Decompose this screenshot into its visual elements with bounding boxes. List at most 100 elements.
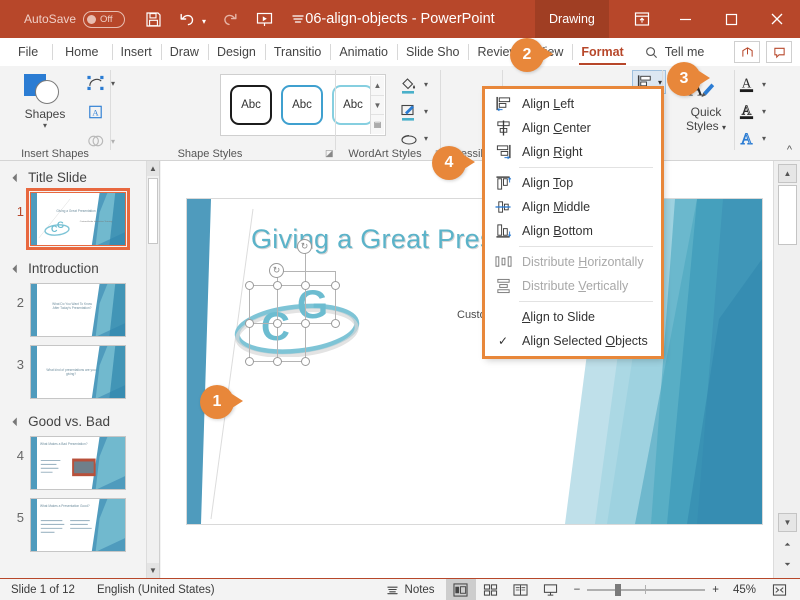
- section-header-introduction[interactable]: ◣ Introduction: [0, 252, 159, 281]
- ribbon-display-options-icon[interactable]: [622, 0, 662, 38]
- zoom-control[interactable]: − + 45%: [566, 584, 764, 596]
- start-presentation-icon[interactable]: [254, 9, 274, 29]
- autosave-switch[interactable]: Off: [83, 11, 125, 28]
- tab-animations[interactable]: Animatio: [330, 38, 397, 66]
- thumbnail-row-4[interactable]: 4 What Makes a Bad Presentation?: [0, 434, 159, 496]
- menu-item-align-to-slide[interactable]: Align to Slide: [485, 305, 661, 329]
- selection-handle[interactable]: [301, 281, 310, 290]
- selection-handle[interactable]: [331, 281, 340, 290]
- menu-item-align-top[interactable]: Align Top: [485, 171, 661, 195]
- undo-icon[interactable]: [177, 9, 197, 29]
- menu-item-align-bottom[interactable]: Align Bottom: [485, 219, 661, 243]
- tab-design[interactable]: Design: [208, 38, 265, 66]
- maximize-button[interactable]: [708, 0, 754, 38]
- scroll-down-icon[interactable]: ▼: [778, 513, 797, 532]
- view-slide-sorter-button[interactable]: [476, 579, 506, 600]
- slide-area-scrollbar[interactable]: ▲ ▼ ⏶ ⏷: [773, 161, 800, 578]
- text-effects-icon[interactable]: A: [733, 127, 759, 151]
- text-outline-icon[interactable]: A: [733, 100, 759, 124]
- zoom-slider[interactable]: [587, 584, 705, 596]
- scroll-up-icon[interactable]: ▲: [778, 164, 797, 183]
- text-fill-caret[interactable]: ▾: [762, 80, 766, 89]
- selection-handle[interactable]: [273, 357, 282, 366]
- previous-slide-icon[interactable]: ⏶: [778, 535, 797, 554]
- zoom-out-button[interactable]: −: [574, 584, 581, 596]
- scroll-up-icon[interactable]: ▲: [147, 161, 159, 176]
- text-effects-caret[interactable]: ▾: [762, 134, 766, 143]
- tab-insert[interactable]: Insert: [112, 38, 161, 66]
- align-menu[interactable]: Align Left Align Center Align Right Alig…: [484, 88, 662, 357]
- collapse-triangle-icon[interactable]: ◣: [12, 416, 23, 427]
- tab-file[interactable]: File: [0, 38, 52, 66]
- selection-handle[interactable]: [245, 357, 254, 366]
- customize-quick-access-icon[interactable]: [288, 9, 308, 29]
- rotation-handle-2[interactable]: ↻: [269, 263, 284, 278]
- language-indicator[interactable]: English (United States): [86, 579, 226, 600]
- selected-shape-group[interactable]: C G ↻ ↻: [235, 261, 360, 356]
- thumbnail-pane-scrollbar[interactable]: ▲ ▼: [146, 161, 159, 578]
- view-slide-show-button[interactable]: [536, 579, 566, 600]
- save-icon[interactable]: [143, 9, 163, 29]
- menu-item-align-right[interactable]: Align Right: [485, 140, 661, 164]
- tab-slide-show[interactable]: Slide Sho: [397, 38, 469, 66]
- selection-handle[interactable]: [245, 319, 254, 328]
- collapse-triangle-icon[interactable]: ◣: [12, 172, 23, 183]
- zoom-slider-knob[interactable]: [615, 584, 621, 596]
- collapse-triangle-icon[interactable]: ◣: [12, 263, 23, 274]
- slide-thumbnail-pane[interactable]: ◣ Title Slide 1 Giving a Great Presentat…: [0, 161, 160, 578]
- menu-item-align-left[interactable]: Align Left: [485, 92, 661, 116]
- collapse-ribbon-icon[interactable]: ^: [787, 144, 792, 156]
- menu-item-align-center[interactable]: Align Center: [485, 116, 661, 140]
- scrollbar-thumb[interactable]: [778, 185, 797, 245]
- view-reading-button[interactable]: [506, 579, 536, 600]
- slide-indicator[interactable]: Slide 1 of 12: [0, 579, 86, 600]
- menu-item-align-selected-objects[interactable]: ✓ Align Selected Objects: [485, 329, 661, 353]
- edit-shape-icon[interactable]: [82, 71, 108, 95]
- slide-thumbnail-2[interactable]: What Do You Want To Know After Today's P…: [30, 283, 126, 337]
- thumbnail-row-3[interactable]: 3 What kind of presentations are you giv…: [0, 343, 159, 405]
- text-fill-icon[interactable]: A: [733, 73, 759, 97]
- slide-thumbnail-1[interactable]: Giving a Great Presentation CustomGuide …: [30, 192, 126, 246]
- close-button[interactable]: [754, 0, 800, 38]
- scrollbar-thumb[interactable]: [148, 178, 158, 244]
- tab-home[interactable]: Home: [52, 38, 111, 66]
- draw-text-box-icon[interactable]: A: [82, 100, 108, 124]
- shapes-dropdown-caret[interactable]: ▾: [14, 121, 76, 130]
- thumbnail-row-1[interactable]: 1 Giving a Great Presentation CustomGuid…: [0, 190, 159, 252]
- slide-editing-area[interactable]: Giving a Great Presentation CustomGuide …: [161, 161, 773, 578]
- selection-handle[interactable]: [273, 281, 282, 290]
- zoom-percentage[interactable]: 45%: [726, 584, 756, 596]
- fit-slide-to-window-button[interactable]: [764, 579, 794, 600]
- current-slide[interactable]: Giving a Great Presentation CustomGuide …: [187, 199, 762, 524]
- shape-style-swatch-1[interactable]: Abc: [230, 85, 272, 125]
- tell-me-box[interactable]: Tell me: [633, 45, 715, 59]
- tab-transitions[interactable]: Transitio: [265, 38, 330, 66]
- redo-icon[interactable]: [220, 9, 240, 29]
- thumbnail-row-2[interactable]: 2 What Do You Want To Know After Today's…: [0, 281, 159, 343]
- shape-style-swatch-2[interactable]: Abc: [281, 85, 323, 125]
- selection-handle[interactable]: [301, 357, 310, 366]
- section-header-title-slide[interactable]: ◣ Title Slide: [0, 161, 159, 190]
- minimize-button[interactable]: [662, 0, 708, 38]
- next-slide-icon[interactable]: ⏷: [778, 555, 797, 574]
- slide-thumbnail-5[interactable]: What Makes a Presentation Good?: [30, 498, 126, 552]
- zoom-in-button[interactable]: +: [712, 584, 719, 596]
- selection-handle[interactable]: [245, 281, 254, 290]
- selection-handle[interactable]: [331, 319, 340, 328]
- section-header-good-vs-bad[interactable]: ◣ Good vs. Bad: [0, 405, 159, 434]
- undo-dropdown-caret[interactable]: ▾: [202, 17, 206, 26]
- view-normal-button[interactable]: [446, 579, 476, 600]
- text-outline-caret[interactable]: ▾: [762, 107, 766, 116]
- rotation-handle-1[interactable]: ↻: [297, 239, 312, 254]
- slide-thumbnail-3[interactable]: What kind of presentations are you givin…: [30, 345, 126, 399]
- selection-handle[interactable]: [301, 319, 310, 328]
- tab-draw[interactable]: Draw: [161, 38, 208, 66]
- shapes-button[interactable]: Shapes ▾: [14, 72, 76, 130]
- comments-icon[interactable]: [766, 41, 792, 63]
- share-icon[interactable]: [734, 41, 760, 63]
- slide-thumbnail-4[interactable]: What Makes a Bad Presentation?: [30, 436, 126, 490]
- thumbnail-row-5[interactable]: 5 What Makes a Presentation Good?: [0, 496, 159, 558]
- notes-button[interactable]: Notes: [375, 579, 446, 600]
- autosave-toggle[interactable]: AutoSave Off: [24, 11, 125, 28]
- tab-format[interactable]: Format: [572, 38, 632, 66]
